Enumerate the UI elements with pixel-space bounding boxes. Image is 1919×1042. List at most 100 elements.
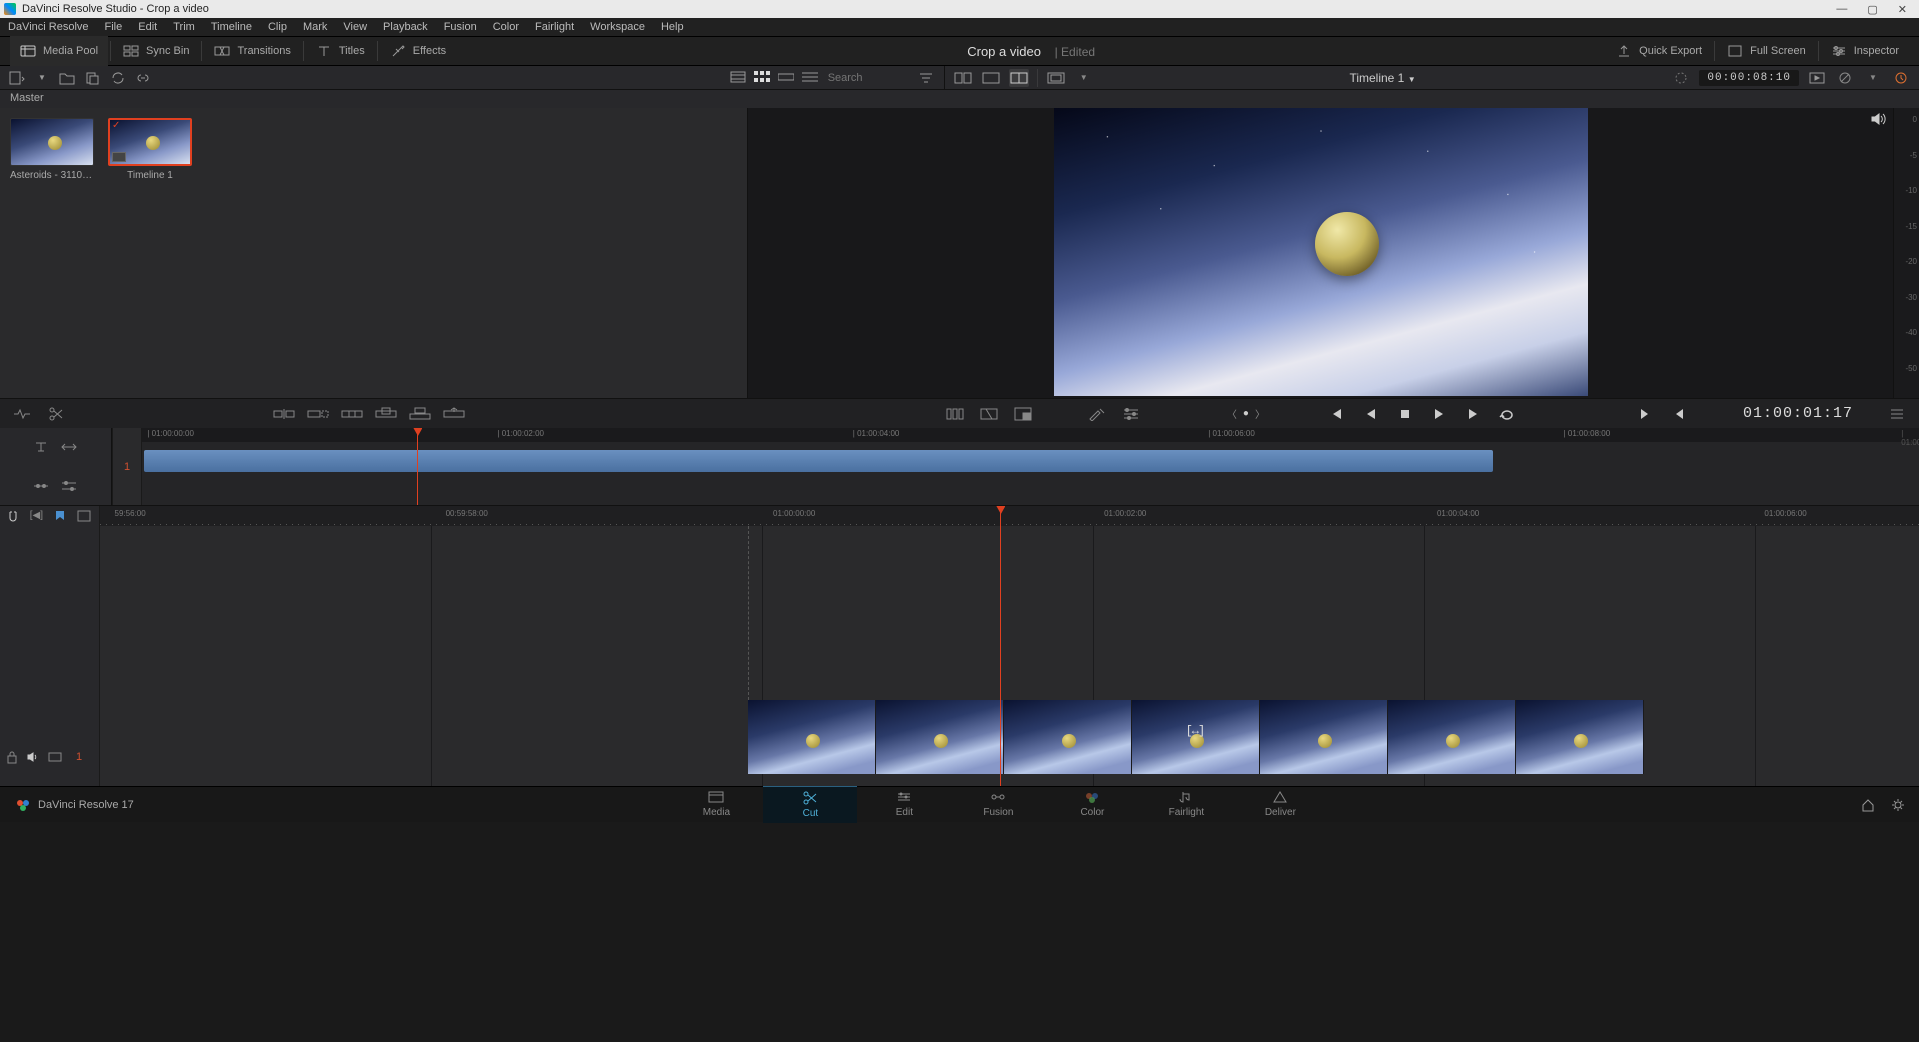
home-button[interactable] <box>1861 798 1875 812</box>
thumbnail-view-button[interactable] <box>754 71 772 85</box>
lower-clip[interactable] <box>748 700 1919 774</box>
viewer-timeline-name[interactable]: Timeline 1 ▼ <box>1102 71 1664 85</box>
play-button[interactable] <box>1427 404 1451 424</box>
source-overwrite-button[interactable] <box>442 404 466 424</box>
marker-in-button[interactable]: [◀] <box>30 510 46 526</box>
menu-mark[interactable]: Mark <box>303 21 327 33</box>
sync-bin-button[interactable]: Sync Bin <box>113 36 199 66</box>
match-frame-button[interactable] <box>1807 69 1827 87</box>
lower-timeline-track[interactable]: 59:56:00 00:59:58:00 01:00:00:00 01:00:0… <box>100 506 1919 786</box>
list-view-button[interactable] <box>802 71 820 85</box>
loop-button[interactable] <box>1495 404 1519 424</box>
sync-button[interactable] <box>109 68 126 88</box>
tools-button[interactable] <box>1085 404 1109 424</box>
metadata-view-button[interactable] <box>730 71 748 85</box>
breadcrumb[interactable]: Master <box>0 90 1919 108</box>
place-on-top-button[interactable] <box>408 404 432 424</box>
record-timecode[interactable]: 01:00:01:17 <box>1743 405 1853 422</box>
menu-help[interactable]: Help <box>661 21 684 33</box>
menu-view[interactable]: View <box>343 21 367 33</box>
menu-workspace[interactable]: Workspace <box>590 21 645 33</box>
ripple-overwrite-button[interactable] <box>340 404 364 424</box>
project-settings-button[interactable] <box>1891 798 1905 812</box>
menu-trim[interactable]: Trim <box>173 21 195 33</box>
lower-playhead[interactable] <box>1000 506 1001 786</box>
media-clip-item[interactable]: Asteroids - 31105... <box>10 118 94 181</box>
menu-timeline[interactable]: Timeline <box>211 21 252 33</box>
track-index[interactable]: 1 <box>112 428 142 505</box>
menu-edit[interactable]: Edit <box>138 21 157 33</box>
window-close-button[interactable]: ✕ <box>1898 3 1907 16</box>
transition-preview-button[interactable] <box>977 404 1001 424</box>
menu-file[interactable]: File <box>105 21 123 33</box>
video-track-button[interactable] <box>48 751 62 763</box>
jump-next-clip-button[interactable] <box>1633 404 1657 424</box>
effects-button[interactable]: Effects <box>380 36 456 66</box>
split-clip-button[interactable] <box>44 404 68 424</box>
viewer-frame[interactable] <box>1054 108 1588 396</box>
jump-prev-clip-button[interactable] <box>1667 404 1691 424</box>
import-media-button[interactable] <box>8 68 25 88</box>
source-tape-button[interactable] <box>953 69 973 87</box>
menu-fusion[interactable]: Fusion <box>444 21 477 33</box>
bypass-color-button[interactable] <box>1835 69 1855 87</box>
mute-track-button[interactable] <box>26 750 40 764</box>
menu-playback[interactable]: Playback <box>383 21 428 33</box>
upper-timeline-track[interactable]: | 01:00:00:00 | 01:00:02:00 | 01:00:04:0… <box>142 428 1919 505</box>
play-reverse-button[interactable] <box>1359 404 1383 424</box>
tools-sliders-button[interactable] <box>1119 404 1143 424</box>
page-cut[interactable]: Cut <box>763 786 857 823</box>
page-media[interactable]: Media <box>669 786 763 823</box>
sort-button[interactable] <box>916 69 936 87</box>
smart-insert-button[interactable] <box>272 404 296 424</box>
link-button[interactable] <box>135 68 152 88</box>
titles-button[interactable]: Titles <box>306 36 375 66</box>
bypass-dropdown[interactable]: ▼ <box>1863 69 1883 87</box>
closeup-button[interactable] <box>374 404 398 424</box>
page-fusion[interactable]: Fusion <box>951 786 1045 823</box>
safe-area-button[interactable] <box>1046 69 1066 87</box>
source-timecode[interactable]: 00:00:08:10 <box>1699 70 1799 86</box>
stop-button[interactable] <box>1393 404 1417 424</box>
media-timeline-item[interactable]: Timeline 1 <box>108 118 192 181</box>
inspector-button[interactable]: Inspector <box>1821 36 1909 66</box>
audio-trim-button[interactable] <box>1891 69 1911 87</box>
prev-edit-button[interactable]: 〈 <box>1227 406 1237 421</box>
upper-playhead[interactable] <box>417 428 418 505</box>
audio-level-button[interactable] <box>32 479 52 493</box>
page-color[interactable]: Color <box>1045 786 1139 823</box>
media-pool-button[interactable]: Media Pool <box>10 36 108 66</box>
new-bin-button[interactable] <box>84 68 101 88</box>
search-input[interactable] <box>828 72 908 84</box>
transitions-button[interactable]: Transitions <box>204 36 300 66</box>
menu-clip[interactable]: Clip <box>268 21 287 33</box>
page-edit[interactable]: Edit <box>857 786 951 823</box>
picture-in-picture-button[interactable] <box>1011 404 1035 424</box>
menu-color[interactable]: Color <box>493 21 519 33</box>
menu-fairlight[interactable]: Fairlight <box>535 21 574 33</box>
snap-button[interactable] <box>6 510 22 526</box>
import-dropdown[interactable]: ▼ <box>33 68 50 88</box>
edit-mode-trim-button[interactable] <box>32 440 52 454</box>
menu-davinci[interactable]: DaVinci Resolve <box>8 21 89 33</box>
page-fairlight[interactable]: Fairlight <box>1139 786 1233 823</box>
edit-mode-slip-button[interactable] <box>60 440 80 454</box>
append-button[interactable] <box>306 404 330 424</box>
page-deliver[interactable]: Deliver <box>1233 786 1327 823</box>
boring-detector-button[interactable] <box>10 404 34 424</box>
window-minimize-button[interactable]: — <box>1836 3 1847 16</box>
strip-view-button[interactable] <box>778 71 796 85</box>
audio-config-button[interactable] <box>60 479 80 493</box>
upper-clip[interactable] <box>144 450 1493 472</box>
source-clip-button[interactable] <box>981 69 1001 87</box>
window-maximize-button[interactable]: ▢ <box>1867 3 1877 16</box>
marker-button[interactable] <box>54 510 70 526</box>
next-edit-button[interactable]: 〉 <box>1255 406 1265 421</box>
mute-button[interactable] <box>1869 110 1889 130</box>
flag-button[interactable] <box>77 510 93 526</box>
lower-ruler[interactable]: 59:56:00 00:59:58:00 01:00:00:00 01:00:0… <box>100 506 1919 526</box>
go-last-button[interactable] <box>1461 404 1485 424</box>
import-folder-button[interactable] <box>59 68 76 88</box>
quick-export-button[interactable]: Quick Export <box>1606 36 1712 66</box>
upper-ruler[interactable]: | 01:00:00:00 | 01:00:02:00 | 01:00:04:0… <box>142 428 1919 442</box>
